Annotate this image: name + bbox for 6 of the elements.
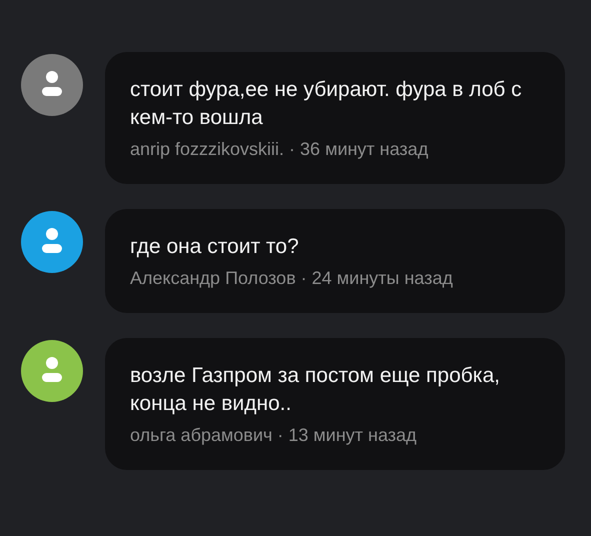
comment-meta: anrip fozzzikovskiii. · 36 минут назад xyxy=(130,138,430,161)
comment-meta: ольга абрамович · 13 минут назад xyxy=(130,424,418,447)
comment-text: где она стоит то? xyxy=(130,234,300,260)
comment-text: стоит фура,ее не убирают. фура в лоб с кем-то вошла xyxy=(130,77,523,131)
comment-text: возле Газпром за постом еще пробка, конца не видно.. xyxy=(130,363,501,417)
comment-meta: Александр Полозов · 24 минуты назад xyxy=(130,267,454,290)
